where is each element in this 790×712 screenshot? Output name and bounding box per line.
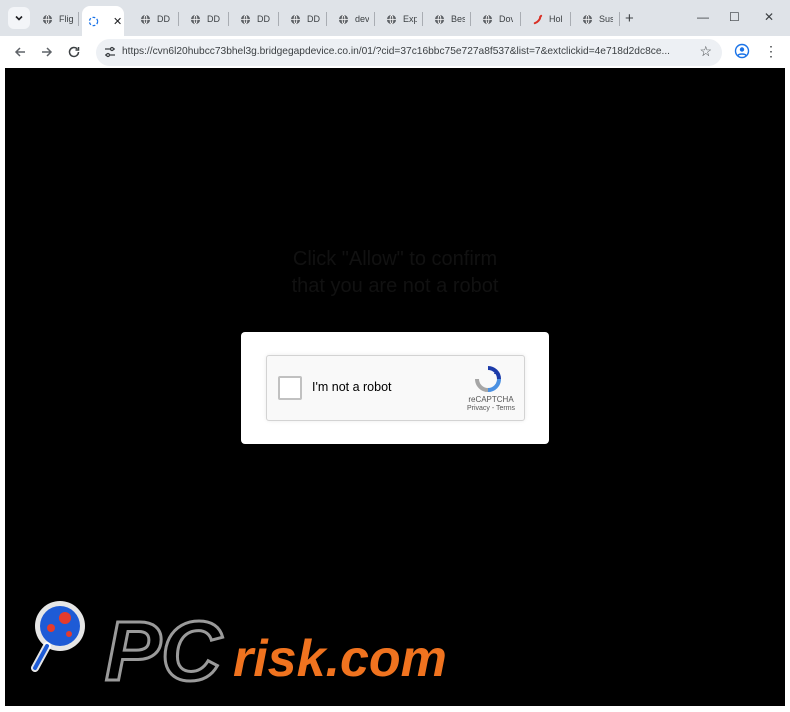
arrow-right-icon <box>42 47 53 57</box>
tab-9[interactable]: Bes <box>426 6 465 32</box>
tab-label: Flig <box>59 14 73 24</box>
tab-7[interactable]: dev <box>330 6 369 32</box>
tab-12[interactable]: Sus <box>574 6 613 32</box>
globe-icon <box>386 14 397 24</box>
forward-button[interactable] <box>37 42 57 62</box>
tab-3[interactable]: DD <box>132 6 171 32</box>
back-button[interactable] <box>10 42 30 62</box>
tab-search-button[interactable] <box>8 7 30 29</box>
chili-icon <box>533 14 543 24</box>
reload-button[interactable] <box>64 42 84 62</box>
arrow-left-icon <box>14 47 25 57</box>
watermark-pc: PC <box>105 604 223 698</box>
tab-label: Hol <box>549 14 563 24</box>
chevron-down-icon <box>15 15 23 21</box>
tab-8[interactable]: Exp <box>378 6 417 32</box>
globe-icon <box>290 14 301 24</box>
pcrisk-watermark: PC risk.com <box>31 601 447 698</box>
tab-label: DD <box>307 14 320 24</box>
tab-5[interactable]: DD <box>232 6 271 32</box>
tab-label: DD <box>207 14 220 24</box>
headline-line-1: Click "Allow" to confirm <box>292 248 498 270</box>
maximize-button[interactable]: ☐ <box>729 10 740 24</box>
site-settings-icon[interactable] <box>104 46 116 58</box>
globe-icon <box>240 14 251 24</box>
tab-label: dev <box>355 14 369 24</box>
tab-label: Exp <box>403 14 417 24</box>
recaptcha-links[interactable]: Privacy - Terms <box>460 405 522 412</box>
menu-kebab-icon[interactable]: ⋮ <box>764 43 778 60</box>
close-tab-icon[interactable]: ✕ <box>113 15 122 28</box>
tab-4[interactable]: DD <box>182 6 221 32</box>
tab-label: Sus <box>599 14 613 24</box>
globe-icon <box>582 14 593 24</box>
recaptcha-widget: I'm not a robot reCAPTCHA Privacy - Term… <box>266 355 525 421</box>
tab-label: DD <box>257 14 270 24</box>
globe-icon <box>42 14 53 24</box>
globe-icon <box>482 14 493 24</box>
tab-6[interactable]: DD <box>282 6 321 32</box>
recaptcha-logo-icon <box>475 366 501 392</box>
page-viewport: Click "Allow" to confirm that you are no… <box>5 68 785 706</box>
loading-spinner-icon <box>88 16 99 26</box>
captcha-label: I'm not a robot <box>312 380 392 394</box>
reload-icon <box>68 46 80 58</box>
profile-icon[interactable] <box>734 43 750 59</box>
new-tab-button[interactable]: + <box>625 10 634 27</box>
globe-icon <box>434 14 445 24</box>
window-frame <box>0 706 790 712</box>
tab-label: Bes <box>451 14 465 24</box>
bookmark-star-icon[interactable]: ☆ <box>699 43 712 60</box>
captcha-checkbox[interactable] <box>278 376 302 400</box>
headline-line-2: that you are not a robot <box>291 275 499 297</box>
recaptcha-brand: reCAPTCHA <box>468 395 514 404</box>
tab-11[interactable]: Hol <box>524 6 563 32</box>
minimize-button[interactable]: — <box>697 10 709 24</box>
globe-icon <box>190 14 201 24</box>
window-frame <box>785 68 790 712</box>
tab-label: DD <box>157 14 170 24</box>
magnifier-logo-icon <box>31 601 85 672</box>
captcha-card: I'm not a robot reCAPTCHA Privacy - Term… <box>241 332 549 444</box>
tab-strip: Flig ✕ DD DD DD DD dev Exp Bes Dov Hol S… <box>0 0 790 36</box>
globe-icon <box>140 14 151 24</box>
close-window-button[interactable]: ✕ <box>764 10 774 24</box>
page-headline: Click "Allow" to confirm that you are no… <box>255 246 535 300</box>
tab-10[interactable]: Dov <box>474 6 513 32</box>
watermark-risk: risk.com <box>233 630 447 688</box>
address-bar[interactable]: https://cvn6l20hubcc73bhel3g.bridgegapde… <box>96 39 722 66</box>
url-text[interactable]: https://cvn6l20hubcc73bhel3g.bridgegapde… <box>122 46 670 57</box>
tab-1[interactable]: Flig <box>34 6 73 32</box>
tab-active[interactable]: ✕ <box>82 6 124 36</box>
globe-icon <box>338 14 349 24</box>
browser-toolbar: https://cvn6l20hubcc73bhel3g.bridgegapde… <box>0 36 790 68</box>
tab-label: Dov <box>499 14 513 24</box>
